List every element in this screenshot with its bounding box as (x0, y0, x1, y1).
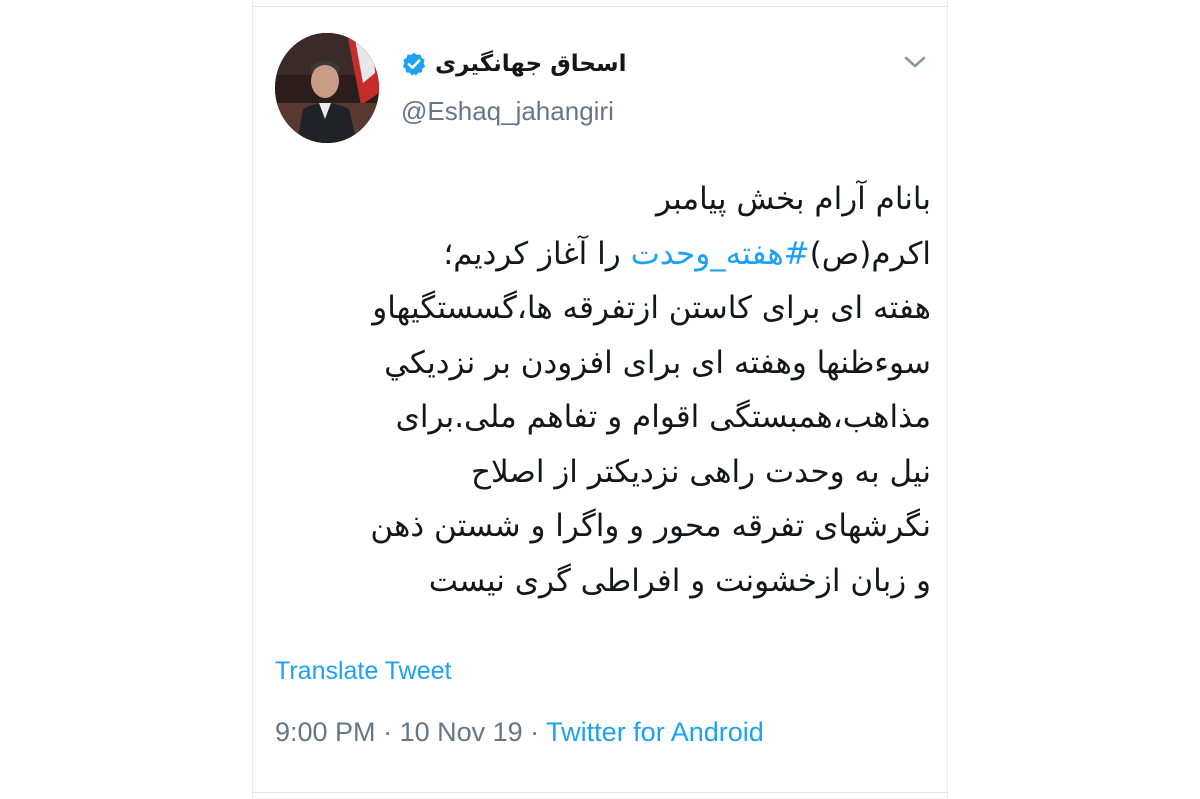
tweet-text-line: نگرشهای تفرقه محور و واگرا و شستن ذهن (370, 508, 931, 544)
author-handle[interactable]: @Eshaq_jahangiri (401, 96, 614, 127)
translate-tweet-link[interactable]: Translate Tweet (275, 657, 451, 686)
author-display-name[interactable]: اسحاق جهانگیری (435, 51, 626, 77)
tweet-text-line: و زبان ازخشونت و افراطی گری نیست (428, 562, 931, 599)
avatar[interactable] (275, 33, 379, 143)
tweet-text-line: هفته ای برای کاستن ازتفرقه ها،گسستگیهاو (372, 290, 931, 326)
tweet-text-line: اکرم(ص)#هفته_وحدت را آغاز کردیم؛ (271, 227, 931, 282)
tweet-text-line: نیل به وحدت راهی نزدیکتر از اصلاح (471, 453, 931, 490)
tweet-text-line: مذاهب،همبستگی اقوام و تفاهم ملی.برای (395, 399, 931, 435)
top-divider (253, 6, 947, 7)
chevron-down-icon[interactable] (901, 52, 929, 72)
verified-badge-icon (402, 52, 426, 76)
tweet-text-fragment: را آغاز کردیم؛ (443, 235, 631, 272)
tweet-time[interactable]: 9:00 PM (275, 717, 376, 747)
avatar-photo-icon (275, 33, 379, 143)
page: اسحاق جهانگیری @Eshaq_jahangiri بانام آر… (0, 0, 1200, 799)
tweet-text-line: سوءظنها وهفته ای برای افزودن بر نزدیکي (384, 344, 931, 381)
tweet-text: بانام آرام بخش پیامبر اکرم(ص)#هفته_وحدت … (271, 172, 931, 608)
tweet-date[interactable]: 10 Nov 19 (400, 717, 523, 747)
tweet-card: اسحاق جهانگیری @Eshaq_jahangiri بانام آر… (252, 0, 948, 799)
hashtag-link[interactable]: #هفته_وحدت (631, 236, 810, 272)
meta-separator: · (375, 717, 400, 747)
tweet-source-link[interactable]: Twitter for Android (546, 717, 764, 747)
bottom-divider (253, 792, 947, 793)
author-name-row[interactable]: اسحاق جهانگیری (401, 46, 631, 82)
tweet-text-fragment: اکرم(ص) (809, 235, 931, 272)
tweet-text-line: بانام آرام بخش پیامبر (656, 181, 931, 217)
tweet-meta: 9:00 PM · 10 Nov 19 · Twitter for Androi… (275, 717, 764, 748)
meta-separator: · (522, 717, 547, 747)
